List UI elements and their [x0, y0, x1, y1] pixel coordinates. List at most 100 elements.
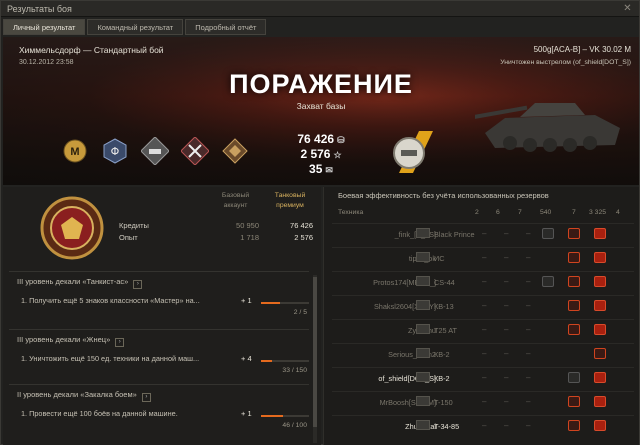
- damage-icon: [568, 324, 580, 335]
- tank-icon: [416, 348, 430, 358]
- mission-progress-bar: [261, 302, 309, 304]
- tank-icon: [416, 396, 430, 406]
- empty-value: –: [482, 277, 487, 286]
- mission-item[interactable]: III уровень декали «Танкист-ас» › 1. Полу…: [9, 271, 309, 329]
- svg-text:Φ: Φ: [111, 145, 120, 158]
- mission-progress-bar: [261, 415, 309, 417]
- damage-icon: [568, 228, 580, 239]
- chevron-right-icon[interactable]: ›: [115, 338, 125, 347]
- tab-team[interactable]: Командный результат: [87, 19, 184, 35]
- team-table-header: Техника 2 6 7 540 7 3 325 4: [332, 209, 638, 221]
- player-row[interactable]: Shaksl2604[XYNY] КВ-13– – –: [332, 295, 634, 316]
- phi-medal-icon[interactable]: Φ: [101, 137, 129, 165]
- kill-icon: [594, 252, 606, 263]
- player-row[interactable]: ZhurnataiT-34-85–––: [332, 415, 634, 436]
- empty-value: –: [526, 325, 531, 334]
- crossed-guns-medal-icon[interactable]: [181, 137, 209, 165]
- mission-count: 46 / 100: [282, 422, 307, 429]
- empty-value: –: [504, 229, 509, 238]
- player-row[interactable]: MrBoosh[SKRIM] T-150– – –: [332, 391, 634, 412]
- team-panel-title: Боевая эффективность без учёта использов…: [338, 191, 549, 200]
- result-condition: Захват базы: [296, 101, 346, 111]
- col-value[interactable]: 3 325: [589, 209, 606, 216]
- scrollbar-thumb[interactable]: [313, 277, 317, 427]
- missions-scrollbar[interactable]: [313, 275, 317, 443]
- tank-icon: [416, 276, 430, 286]
- col-vehicle[interactable]: Техника: [338, 209, 363, 216]
- col-value[interactable]: 2: [475, 209, 479, 216]
- col-value[interactable]: 7: [518, 209, 522, 216]
- experience-premium: 2 576: [294, 233, 313, 242]
- mission-item[interactable]: III уровень декали «Жнец» › 1. Уничтожить…: [9, 329, 309, 387]
- kill-icon: [594, 300, 606, 311]
- empty-value: –: [482, 325, 487, 334]
- empty-value: –: [526, 421, 531, 430]
- spotted-icon: [542, 228, 554, 239]
- kill-icon: [594, 228, 606, 239]
- tank-icon: [416, 228, 430, 238]
- experience-basic: 1 718: [240, 233, 259, 242]
- empty-value: –: [504, 277, 509, 286]
- mission-plus: + 1: [241, 296, 252, 305]
- tank-name: Black Prince: [434, 230, 475, 239]
- kill-icon: [594, 420, 606, 431]
- empty-value: –: [482, 373, 487, 382]
- tank-icon: [416, 324, 430, 334]
- basic-account-header: Базовый аккаунт: [221, 192, 250, 209]
- player-row[interactable]: _fink_[P_LS]Black Prince–––: [332, 223, 634, 244]
- spotted-icon: [568, 372, 580, 383]
- empty-value: –: [482, 301, 487, 310]
- tank-name: CS-44: [434, 278, 455, 287]
- kill-icon: [594, 276, 606, 287]
- chevron-right-icon[interactable]: ›: [141, 393, 151, 402]
- empty-value: –: [526, 397, 531, 406]
- mission-item[interactable]: II уровень декали «Закалка боем» › 1. Про…: [9, 384, 309, 442]
- empty-value: –: [526, 373, 531, 382]
- spotted-icon: [542, 276, 554, 287]
- total-credits: 76 426 ⛁: [297, 132, 345, 146]
- col-value[interactable]: 6: [496, 209, 500, 216]
- col-value[interactable]: 4: [616, 209, 620, 216]
- free-experience: 35 ✉: [309, 162, 333, 176]
- m-badge-icon[interactable]: M: [61, 137, 89, 165]
- premium-tank-badge-icon: [393, 131, 433, 173]
- diamond-medal-icon[interactable]: [221, 137, 249, 165]
- col-value[interactable]: 540: [540, 209, 551, 216]
- tank-icon: [416, 372, 430, 382]
- tank-icon: [416, 420, 430, 430]
- tab-detailed[interactable]: Подробный отчёт: [185, 19, 267, 35]
- tab-bar: Личный результат Командный результат Под…: [3, 19, 268, 35]
- rank-emblem-icon: [40, 196, 104, 260]
- player-row[interactable]: tipok_okИС–––: [332, 247, 634, 268]
- title-bar[interactable]: Результаты боя ✕: [1, 1, 639, 17]
- map-mode: Химмельсдорф — Стандартный бой: [19, 45, 164, 55]
- player-row[interactable]: Protos174[MRCY_] CS-44– – –: [332, 271, 634, 292]
- tank-medal-icon[interactable]: [141, 137, 169, 165]
- free-exp-icon: ✉: [325, 165, 333, 175]
- tab-personal[interactable]: Личный результат: [3, 19, 86, 35]
- team-panel: Боевая эффективность без учёта использов…: [323, 187, 639, 445]
- empty-value: –: [504, 325, 509, 334]
- col-value[interactable]: 7: [572, 209, 576, 216]
- tank-icon: [416, 300, 430, 310]
- mission-title: II уровень декали «Закалка боем»: [17, 390, 137, 399]
- empty-value: –: [482, 421, 487, 430]
- tank-icon: [416, 252, 430, 262]
- battle-datetime: 30.12.2012 23:58: [19, 59, 74, 66]
- damage-icon: [568, 252, 580, 263]
- damage-icon: [594, 348, 606, 359]
- mission-desc: 1. Уничтожить ещё 150 ед. техники на дан…: [21, 354, 200, 363]
- mission-desc: 1. Провести ещё 100 боёв на данной машин…: [21, 409, 178, 418]
- player-row[interactable]: of_shield[DOT_S] КВ-2– – –: [332, 367, 634, 388]
- mission-desc: 1. Получить ещё 5 знаков классности «Мас…: [21, 296, 200, 305]
- mission-title: III уровень декали «Танкист-ас»: [17, 277, 129, 286]
- tank-name: T-150: [434, 398, 453, 407]
- player-row[interactable]: ZybachuT25 AT–––: [332, 319, 634, 340]
- total-experience: 2 576 ☆: [300, 147, 342, 161]
- chevron-right-icon[interactable]: ›: [133, 280, 143, 289]
- player-row[interactable]: Serious_Sam2 КВ-2– – –: [332, 343, 634, 364]
- empty-value: –: [482, 397, 487, 406]
- close-icon[interactable]: ✕: [622, 3, 633, 14]
- mission-count: 2 / 5: [293, 309, 307, 316]
- credits-icon: ⛁: [337, 135, 345, 145]
